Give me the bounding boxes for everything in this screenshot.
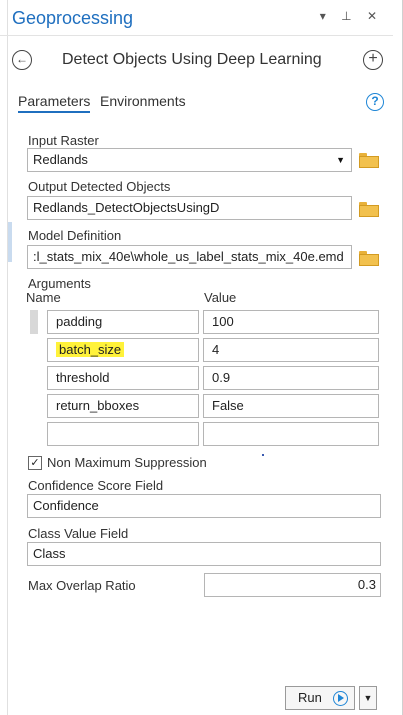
arguments-name-header: Name	[26, 290, 61, 305]
folder-icon[interactable]	[359, 153, 379, 168]
arg-value-cell[interactable]: 4	[203, 338, 379, 362]
arg-name-cell[interactable]: threshold	[47, 366, 199, 390]
tool-header: ← Detect Objects Using Deep Learning +	[0, 40, 393, 80]
tool-title: Detect Objects Using Deep Learning	[62, 51, 322, 68]
add-plus-icon[interactable]: +	[363, 50, 383, 70]
confidence-field[interactable]: Confidence	[27, 494, 381, 518]
arg-name-cell[interactable]: return_bboxes	[47, 394, 199, 418]
nms-checkbox[interactable]: ✓	[28, 456, 42, 470]
class-value-field[interactable]: Class	[27, 542, 381, 566]
highlighted-arg-name: batch_size	[56, 342, 125, 357]
arg-name-cell[interactable]: padding	[47, 310, 199, 334]
window-controls[interactable]: ▾ ⊥ ✕	[320, 9, 383, 23]
title-bar: Geoprocessing ▾ ⊥ ✕	[0, 0, 393, 36]
folder-icon[interactable]	[359, 251, 379, 266]
run-options-dropdown[interactable]: ▼	[359, 686, 377, 710]
output-field[interactable]: Redlands_DetectObjectsUsingD	[27, 196, 352, 220]
changed-indicator	[8, 222, 12, 262]
tab-strip: Parameters Environments	[18, 93, 192, 115]
max-overlap-label: Max Overlap Ratio	[28, 578, 136, 593]
run-label: Run	[298, 690, 322, 705]
nms-label: Non Maximum Suppression	[47, 455, 207, 470]
tab-parameters[interactable]: Parameters	[18, 93, 91, 113]
model-definition-field[interactable]: :l_stats_mix_40e\whole_us_label_stats_mi…	[27, 245, 352, 269]
row-selector[interactable]	[30, 310, 38, 334]
chevron-down-icon: ▼	[336, 155, 345, 165]
input-raster-value: Redlands	[33, 152, 88, 167]
input-raster-label: Input Raster	[28, 133, 99, 148]
model-definition-label: Model Definition	[28, 228, 122, 243]
class-value-label: Class Value Field	[28, 526, 129, 541]
run-button[interactable]: Run	[285, 686, 355, 710]
arg-value-cell[interactable]	[203, 422, 379, 446]
tab-environments[interactable]: Environments	[100, 93, 186, 109]
input-raster-dropdown[interactable]: Redlands ▼	[27, 148, 352, 172]
confidence-label: Confidence Score Field	[28, 478, 164, 493]
arg-name-cell[interactable]: batch_size	[47, 338, 199, 362]
arg-name-cell[interactable]	[47, 422, 199, 446]
arg-value-cell[interactable]: 0.9	[203, 366, 379, 390]
pane-title: Geoprocessing	[12, 8, 134, 28]
arg-value-cell[interactable]: False	[203, 394, 379, 418]
stray-dot	[262, 454, 264, 456]
arguments-label: Arguments	[28, 276, 91, 291]
play-icon	[333, 691, 348, 706]
back-arrow-icon[interactable]: ←	[12, 50, 32, 70]
geoprocessing-pane: Geoprocessing ▾ ⊥ ✕ ← Detect Objects Usi…	[0, 0, 403, 715]
help-icon[interactable]: ?	[366, 93, 384, 111]
arguments-value-header: Value	[204, 290, 237, 305]
folder-icon[interactable]	[359, 202, 379, 217]
output-label: Output Detected Objects	[28, 179, 171, 194]
max-overlap-field[interactable]: 0.3	[204, 573, 381, 597]
pane-left-border	[0, 0, 8, 715]
arg-value-cell[interactable]: 100	[203, 310, 379, 334]
